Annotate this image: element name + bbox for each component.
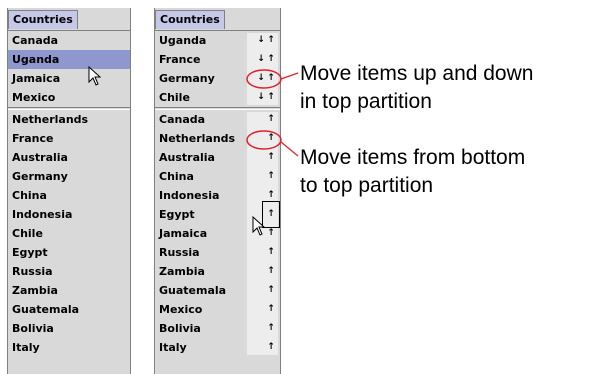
annotation-bottom: Move items from bottom to top partition xyxy=(300,144,525,200)
callout-line xyxy=(280,141,299,157)
annotation-line: in top partition xyxy=(300,90,432,113)
annotation-line: Move items from bottom xyxy=(300,146,526,169)
annotation-top: Move items up and down in top partition xyxy=(300,60,533,116)
highlight-circle xyxy=(246,130,282,150)
callout-line xyxy=(280,72,299,80)
annotation-line: to top partition xyxy=(300,174,434,197)
highlight-circle xyxy=(246,69,282,89)
annotation-line: Move items up and down xyxy=(300,62,534,85)
